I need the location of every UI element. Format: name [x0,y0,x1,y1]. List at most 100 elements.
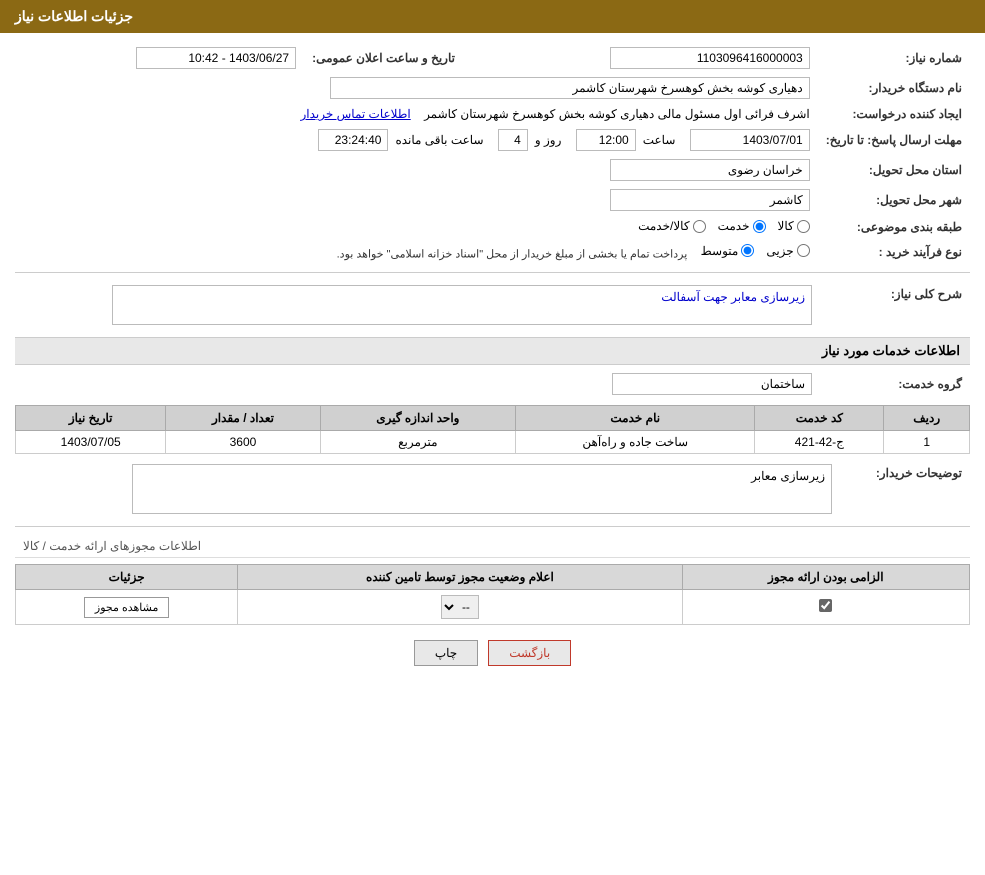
service-group-value [15,369,820,399]
requester-value: اشرف فرائی اول مسئول مالی دهیاری کوشه بخ… [15,103,818,125]
table-cell-row_num: 1 [884,431,970,454]
response-date-input[interactable] [690,129,810,151]
category-kala-radio[interactable] [797,220,810,233]
need-number-value [463,43,818,73]
city-input[interactable] [610,189,810,211]
row-category: طبقه بندی موضوعی: کالا خدمت [15,215,970,240]
category-kala-label: کالا [778,219,794,233]
response-remaining-input[interactable] [318,129,388,151]
permit-mandatory-cell [682,590,969,625]
page-title: جزئیات اطلاعات نیاز [15,8,133,24]
permit-table: الزامی بودن ارائه مجوز اعلام وضعیت مجوز … [15,564,970,625]
buyer-desc-text: زیرسازی معابر [751,469,825,483]
response-deadline-value: ساعت روز و ساعت باقی مانده [15,125,818,155]
separator-2 [15,526,970,527]
services-data-table: ردیف کد خدمت نام خدمت واحد اندازه گیری ت… [15,405,970,454]
permit-section-subheader: اطلاعات مجوزهای ارائه خدمت / کالا [15,535,970,558]
row-response-deadline: مهلت ارسال پاسخ: تا تاریخ: ساعت روز و سا… [15,125,970,155]
service-group-label: گروه خدمت: [820,369,970,399]
services-table-head: ردیف کد خدمت نام خدمت واحد اندازه گیری ت… [16,406,970,431]
description-table: شرح کلی نیاز: زیرسازی معابر جهت آسفالت [15,281,970,329]
description-text: زیرسازی معابر جهت آسفالت [661,290,805,304]
action-buttons: بازگشت چاپ [15,640,970,666]
buyer-org-label: نام دستگاه خریدار: [818,73,970,103]
page-wrapper: جزئیات اطلاعات نیاز شماره نیاز: تاریخ و … [0,0,985,875]
back-button[interactable]: بازگشت [488,640,571,666]
table-row: 1ج-42-421ساخت جاده و راه‌آهنمترمربع36001… [16,431,970,454]
requester-label: ایجاد کننده درخواست: [818,103,970,125]
purchase-type-notice: پرداخت تمام یا بخشی از مبلغ خریدار از مح… [337,248,688,260]
contact-info-link[interactable]: اطلاعات تماس خریدار [301,107,411,121]
services-section-title: اطلاعات خدمات مورد نیاز [822,343,960,358]
requester-text: اشرف فرائی اول مسئول مالی دهیاری کوشه بخ… [424,107,810,121]
buyer-org-input[interactable] [330,77,810,99]
table-cell-service_code: ج-42-421 [755,431,884,454]
buyer-desc-label: توضیحات خریدار: [840,460,970,518]
buyer-desc-box: زیرسازی معابر [132,464,832,514]
permit-supplier-status-select[interactable]: -- [441,595,479,619]
purchase-moutavaset-radio[interactable] [741,244,754,257]
table-cell-unit: مترمربع [320,431,516,454]
col-qty: تعداد / مقدار [166,406,320,431]
category-khadamat-option[interactable]: خدمت [718,219,766,233]
view-permit-button[interactable]: مشاهده مجوز [84,597,169,618]
response-time-input[interactable] [576,129,636,151]
response-days-input[interactable] [498,129,528,151]
city-label: شهر محل تحویل: [818,185,970,215]
service-group-table: گروه خدمت: [15,369,970,399]
permit-details-cell: مشاهده مجوز [16,590,238,625]
row-need-number: شماره نیاز: تاریخ و ساعت اعلان عمومی: [15,43,970,73]
page-header: جزئیات اطلاعات نیاز [0,0,985,33]
purchase-moutavaset-option[interactable]: متوسط [701,244,755,258]
row-city: شهر محل تحویل: [15,185,970,215]
purchase-moutavaset-label: متوسط [701,244,739,258]
main-content: شماره نیاز: تاریخ و ساعت اعلان عمومی: نا… [0,33,985,691]
row-purchase-type: نوع فرآیند خرید : جزیی متوسط پرداخت [15,240,970,265]
row-description: شرح کلی نیاز: زیرسازی معابر جهت آسفالت [15,281,970,329]
announce-datetime-label: تاریخ و ساعت اعلان عمومی: [304,43,463,73]
purchase-jozyi-radio[interactable] [797,244,810,257]
category-khadamat-radio[interactable] [753,220,766,233]
need-number-input[interactable] [610,47,810,69]
category-kala-khadamat-radio[interactable] [693,220,706,233]
purchase-type-label: نوع فرآیند خرید : [818,240,970,265]
col-need-date: تاریخ نیاز [16,406,166,431]
col-service-name: نام خدمت [516,406,755,431]
permit-supplier-status-cell: -- [238,590,682,625]
permit-row: -- مشاهده مجوز [16,590,970,625]
response-remaining-label: ساعت باقی مانده [395,133,483,147]
row-buyer-org: نام دستگاه خریدار: [15,73,970,103]
category-label: طبقه بندی موضوعی: [818,215,970,240]
description-box: زیرسازی معابر جهت آسفالت [112,285,812,325]
permit-col-details: جزئیات [16,565,238,590]
col-service-code: کد خدمت [755,406,884,431]
province-input[interactable] [610,159,810,181]
category-options: کالا خدمت کالا/خدمت [15,215,818,240]
permit-table-body: -- مشاهده مجوز [16,590,970,625]
row-province: استان محل تحویل: [15,155,970,185]
announce-datetime-input[interactable] [136,47,296,69]
description-label: شرح کلی نیاز: [820,281,970,329]
service-group-input[interactable] [612,373,812,395]
col-unit: واحد اندازه گیری [320,406,516,431]
province-value [15,155,818,185]
purchase-jozyi-option[interactable]: جزیی [766,244,809,258]
print-button[interactable]: چاپ [414,640,478,666]
buyer-org-value [15,73,818,103]
category-kala-option[interactable]: کالا [778,219,810,233]
permit-section-title: اطلاعات مجوزهای ارائه خدمت / کالا [23,539,201,553]
announce-datetime-value [15,43,304,73]
category-khadamat-label: خدمت [718,219,750,233]
row-buyer-desc: توضیحات خریدار: زیرسازی معابر [15,460,970,518]
purchase-type-value: جزیی متوسط پرداخت تمام یا بخشی از مبلغ خ… [15,240,818,265]
response-deadline-label: مهلت ارسال پاسخ: تا تاریخ: [818,125,970,155]
table-cell-qty: 3600 [166,431,320,454]
services-section-header: اطلاعات خدمات مورد نیاز [15,337,970,365]
permit-mandatory-checkbox[interactable] [819,599,832,612]
permit-table-head: الزامی بودن ارائه مجوز اعلام وضعیت مجوز … [16,565,970,590]
permit-col-mandatory: الزامی بودن ارائه مجوز [682,565,969,590]
separator-1 [15,272,970,273]
permit-col-supplier-status: اعلام وضعیت مجوز توسط تامین کننده [238,565,682,590]
description-value: زیرسازی معابر جهت آسفالت [15,281,820,329]
category-kala-khadamat-option[interactable]: کالا/خدمت [638,219,705,233]
